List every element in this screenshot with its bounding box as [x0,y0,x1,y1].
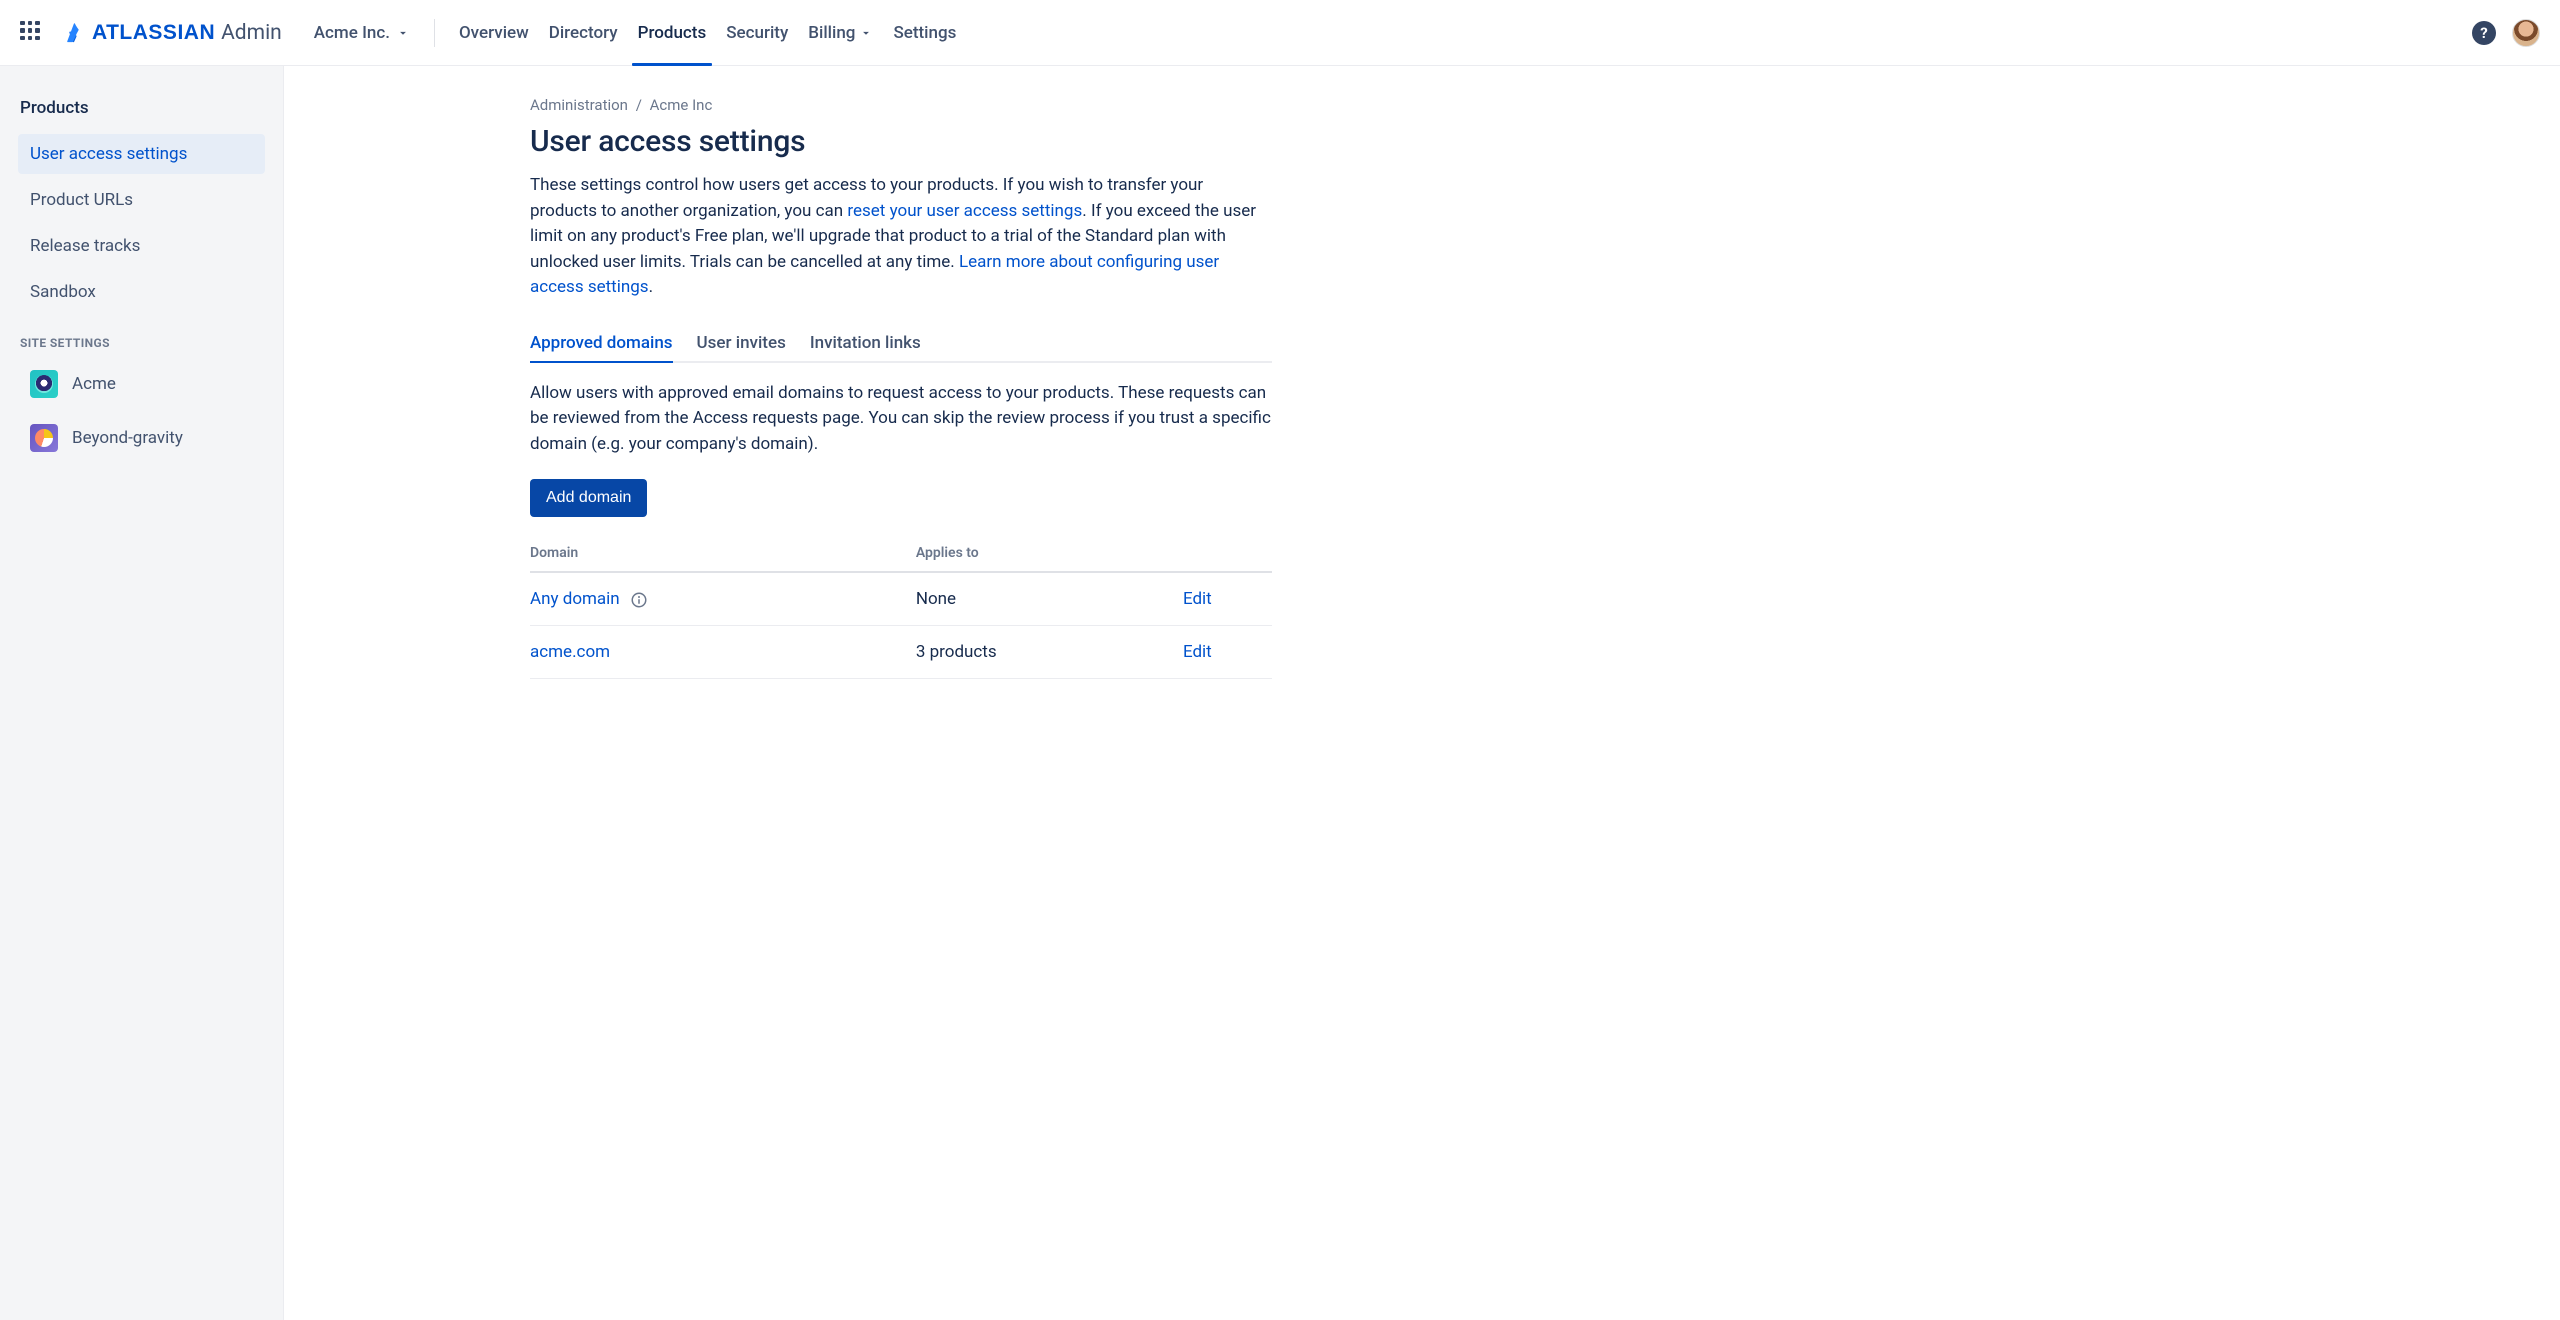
info-icon[interactable] [630,591,648,609]
site-icon [30,370,58,398]
table-row: acme.com 3 products Edit [530,626,1272,679]
brand-suffix: Admin [221,21,282,45]
edit-link[interactable]: Edit [1183,589,1212,609]
add-domain-button[interactable]: Add domain [530,479,647,517]
sidebar-item-release-tracks[interactable]: Release tracks [18,226,265,266]
sidebar-item-user-access-settings[interactable]: User access settings [18,134,265,174]
page-description: These settings control how users get acc… [530,173,1272,301]
applies-to-cell: None [916,572,1183,626]
nav-security[interactable]: Security [716,0,798,65]
chevron-down-icon [396,26,410,40]
tab-user-invites[interactable]: User invites [697,325,786,361]
nav-billing[interactable]: Billing [798,0,883,65]
org-switcher[interactable]: Acme Inc. [308,23,416,43]
approved-domains-description: Allow users with approved email domains … [530,381,1272,458]
nav-products[interactable]: Products [628,0,717,65]
sidebar-site-beyond-gravity[interactable]: Beyond-gravity [18,414,265,462]
top-nav: ATLASSIAN Admin Acme Inc. Overview Direc… [0,0,2560,66]
tab-invitation-links[interactable]: Invitation links [810,325,921,361]
domain-link-any-domain[interactable]: Any domain [530,589,620,609]
org-name: Acme Inc. [314,23,390,43]
tabs: Approved domains User invites Invitation… [530,325,1272,363]
nav-divider [434,19,435,47]
main-content: Administration / Acme Inc User access se… [284,66,2560,1320]
brand-name: ATLASSIAN [92,21,215,45]
chevron-down-icon [859,26,873,40]
edit-link[interactable]: Edit [1183,642,1212,662]
link-reset-user-access[interactable]: reset your user access settings [847,201,1082,221]
page-title: User access settings [530,124,1272,159]
help-button[interactable]: ? [2472,21,2496,45]
help-icon: ? [2480,24,2487,42]
sidebar: Products User access settings Product UR… [0,66,284,1320]
col-header-domain: Domain [530,535,916,572]
primary-nav: Overview Directory Products Security Bil… [449,0,966,65]
breadcrumb: Administration / Acme Inc [530,96,1272,114]
tab-approved-domains[interactable]: Approved domains [530,325,673,361]
domain-link-acme-com[interactable]: acme.com [530,642,610,662]
app-switcher-icon[interactable] [20,21,44,45]
nav-settings[interactable]: Settings [883,0,966,65]
nav-overview[interactable]: Overview [449,0,539,65]
applies-to-cell: 3 products [916,626,1183,679]
site-icon [30,424,58,452]
sidebar-section-site-settings: SITE SETTINGS [20,336,265,350]
sidebar-heading: Products [18,88,265,128]
col-header-applies-to: Applies to [916,535,1183,572]
sidebar-item-product-urls[interactable]: Product URLs [18,180,265,220]
table-row: Any domain None Edit [530,572,1272,626]
nav-directory[interactable]: Directory [539,0,628,65]
user-avatar[interactable] [2512,19,2540,47]
brand-logo[interactable]: ATLASSIAN Admin [62,21,282,45]
sidebar-site-acme[interactable]: Acme [18,360,265,408]
approved-domains-table: Domain Applies to Any domain None [530,535,1272,679]
atlassian-logo-icon [62,21,86,45]
sidebar-item-sandbox[interactable]: Sandbox [18,272,265,312]
col-header-action [1183,535,1272,572]
